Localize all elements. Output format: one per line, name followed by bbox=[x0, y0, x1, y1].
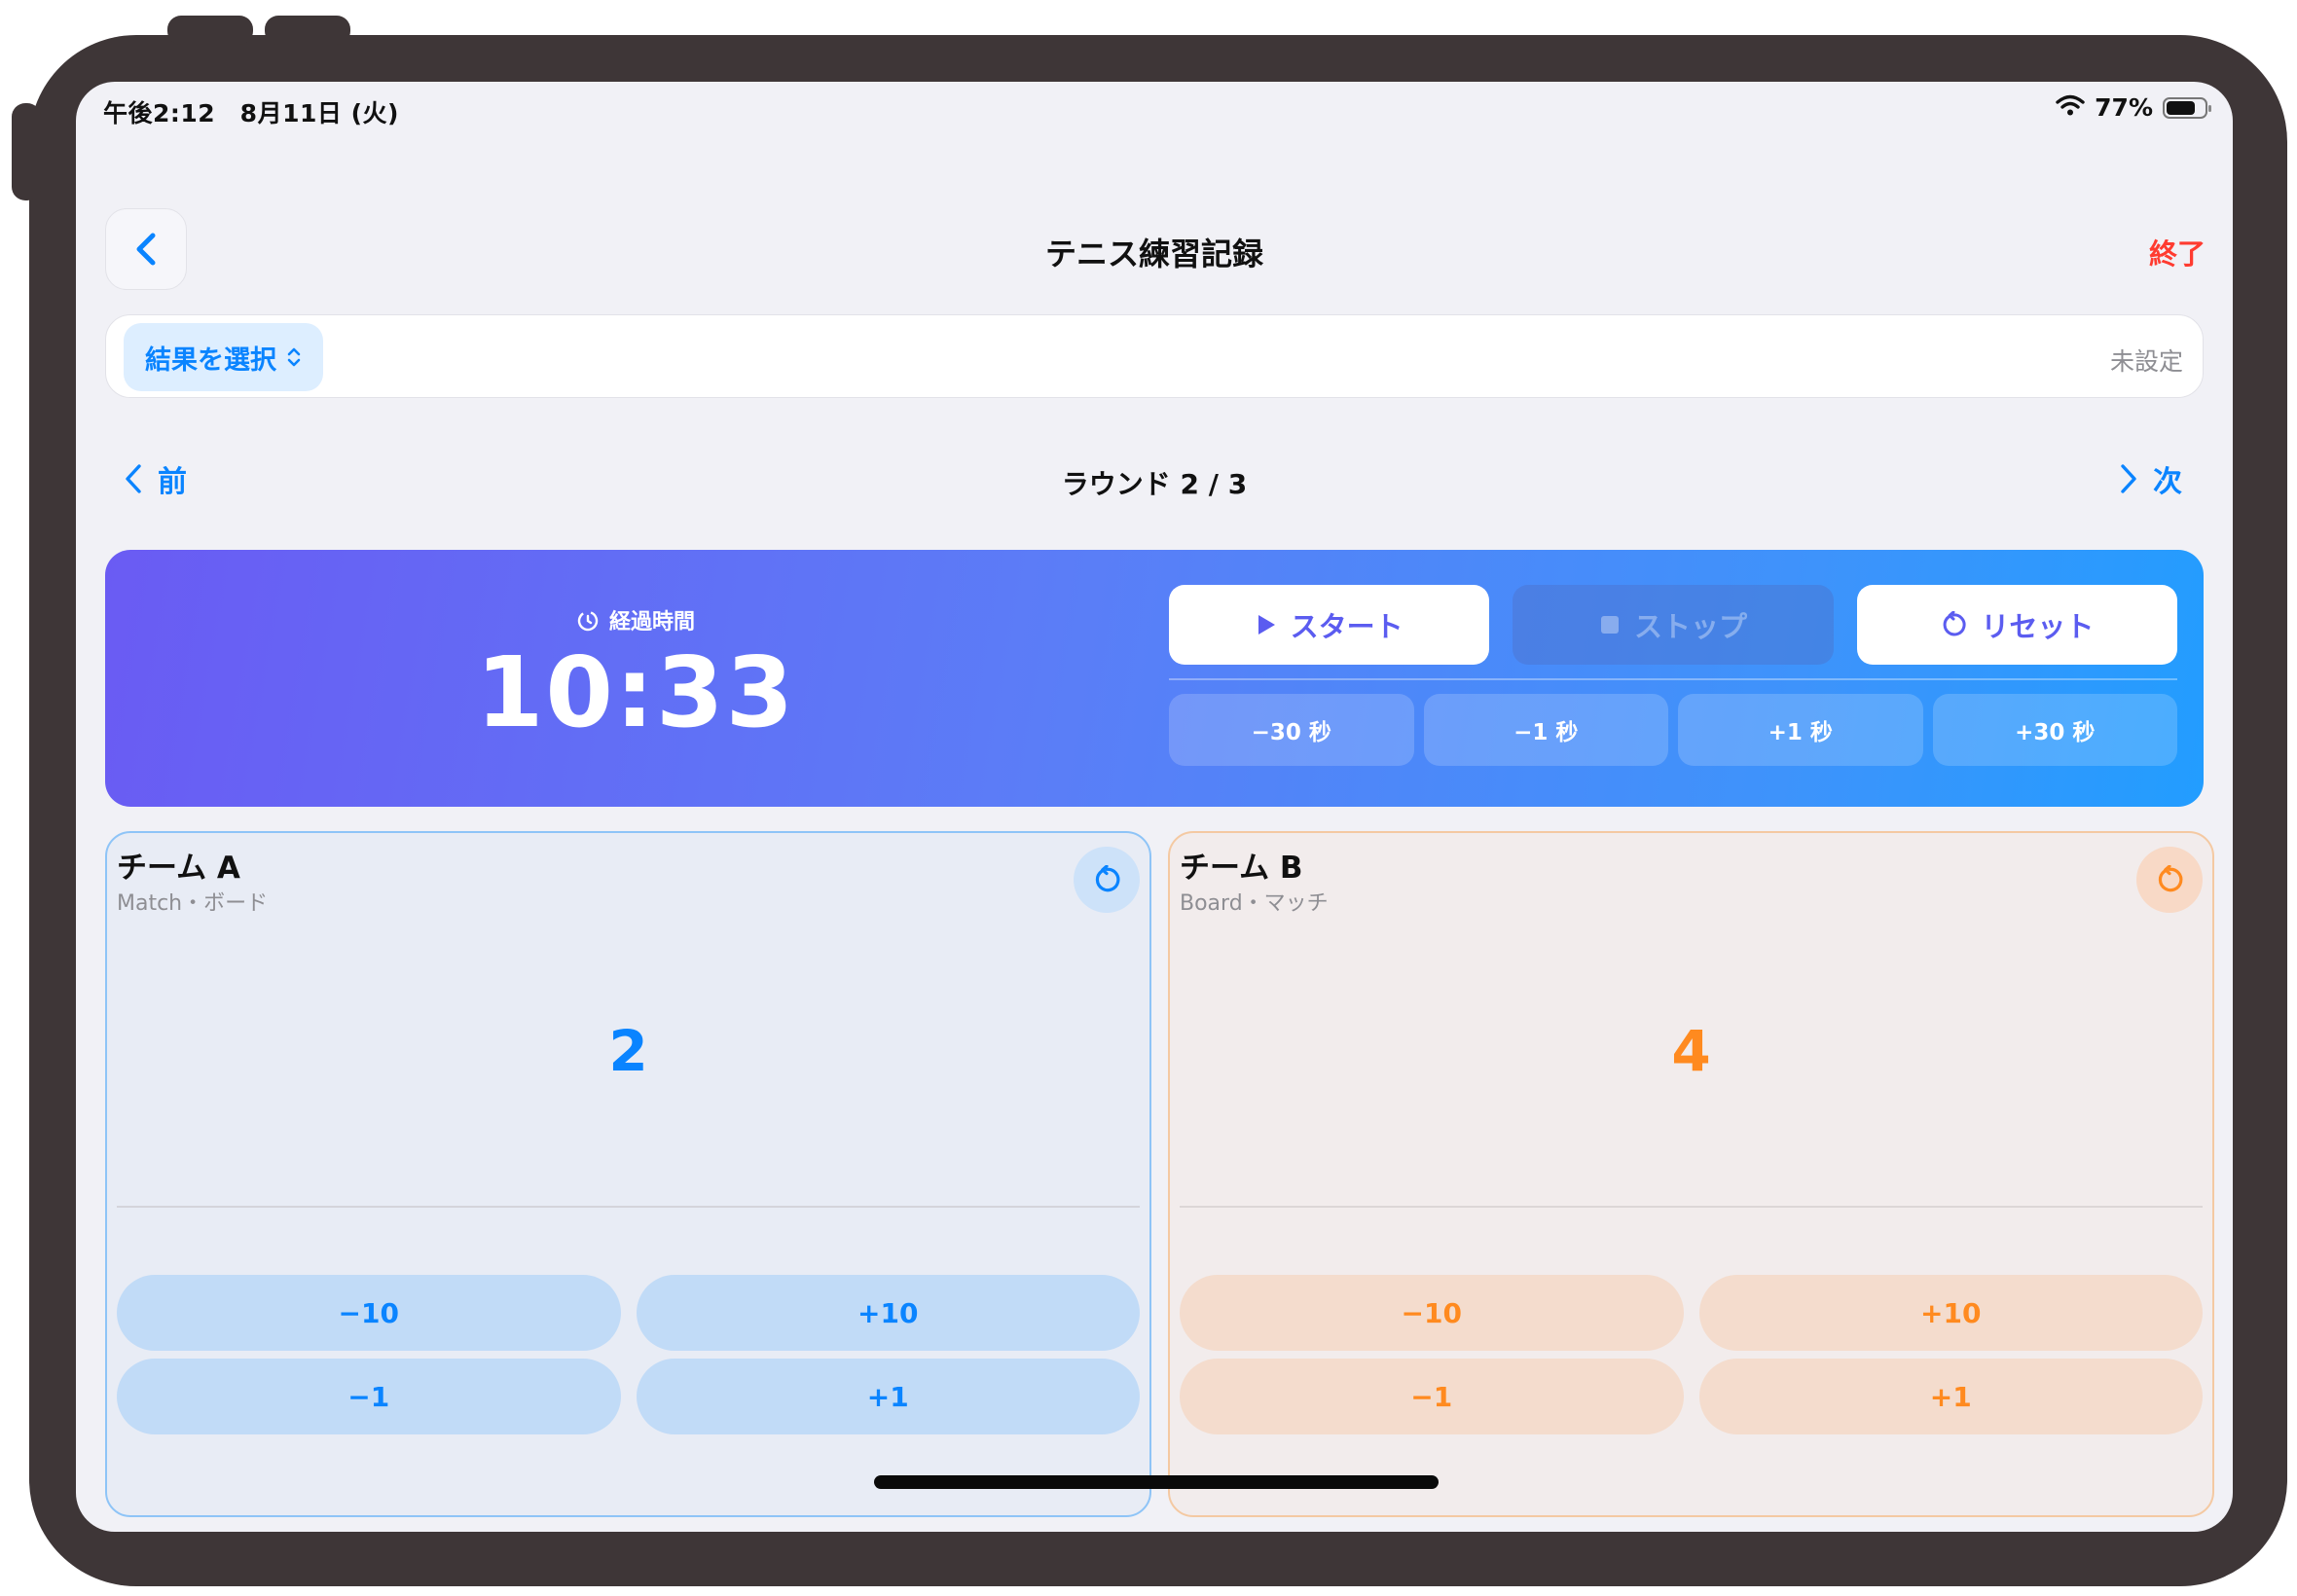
stop-button[interactable]: ストップ bbox=[1513, 585, 1834, 665]
result-bar: 結果を選択 未設定 bbox=[105, 314, 2204, 398]
minus-30-seconds-button[interactable]: −30 秒 bbox=[1169, 694, 1414, 766]
play-icon bbox=[1258, 615, 1275, 635]
screen: 午後2:12 8月11日 (火) 77% テニス練習記録 終了 結果を選択 未設… bbox=[76, 82, 2233, 1532]
battery-fill bbox=[2167, 100, 2196, 115]
round-navigation: 前 ラウンド 2 / 3 次 bbox=[76, 452, 2233, 510]
timer-caption-label: 経過時間 bbox=[608, 610, 695, 635]
team-b-minus-10-button[interactable]: −10 bbox=[1180, 1275, 1684, 1351]
team-b-card: チーム B Board・マッチ 4 −10 +10 −1 +1 bbox=[1168, 831, 2214, 1517]
team-a-divider bbox=[117, 1206, 1140, 1208]
team-b-score-buttons: −10 +10 −1 +1 bbox=[1180, 1275, 2203, 1434]
plus-1-second-button[interactable]: +1 秒 bbox=[1678, 694, 1923, 766]
page-title: テニス練習記録 bbox=[1044, 236, 1263, 272]
team-a-score-buttons: −10 +10 −1 +1 bbox=[117, 1275, 1140, 1434]
elapsed-time: 10:33 bbox=[475, 635, 796, 749]
top-button-2 bbox=[265, 16, 350, 45]
timer-display: 経過時間 10:33 bbox=[105, 550, 1166, 807]
side-button bbox=[12, 103, 41, 200]
chevron-up-down-icon bbox=[287, 347, 301, 367]
result-value: 未設定 bbox=[2109, 347, 2183, 376]
next-round-label: 次 bbox=[2153, 465, 2182, 499]
team-b-subtitle: Board・マッチ bbox=[1180, 891, 1329, 916]
team-b-score: 4 bbox=[1671, 1018, 1711, 1084]
team-a-reset-button[interactable] bbox=[1074, 847, 1140, 913]
timer-main-buttons: スタート ストップ リセット bbox=[1169, 585, 2177, 665]
team-a-plus-10-button[interactable]: +10 bbox=[636, 1275, 1140, 1351]
team-a-score: 2 bbox=[608, 1018, 648, 1084]
status-bar: 午後2:12 8月11日 (火) 77% bbox=[76, 82, 2233, 140]
team-a-name: チーム A bbox=[117, 851, 240, 886]
time-adjust-buttons: −30 秒 −1 秒 +1 秒 +30 秒 bbox=[1169, 694, 2177, 766]
reset-icon bbox=[2158, 865, 2183, 892]
team-b-reset-button[interactable] bbox=[2136, 847, 2203, 913]
team-b-minus-1-button[interactable]: −1 bbox=[1180, 1359, 1684, 1434]
timer-card: 経過時間 10:33 スタート ストップ リセット −30 秒 −1 秒 +1 … bbox=[105, 550, 2204, 807]
team-b-divider bbox=[1180, 1206, 2203, 1208]
timer-caption: 経過時間 bbox=[105, 604, 1166, 635]
status-right: 77% bbox=[2056, 93, 2211, 122]
timer-controls: スタート ストップ リセット −30 秒 −1 秒 +1 秒 +30 秒 bbox=[1169, 585, 2177, 766]
stop-label: ストップ bbox=[1633, 610, 1747, 643]
result-select-button[interactable]: 結果を選択 bbox=[124, 323, 323, 391]
round-label: ラウンド 2 / 3 bbox=[1061, 468, 1248, 500]
start-label: スタート bbox=[1290, 610, 1404, 643]
timer-icon bbox=[577, 610, 599, 632]
home-indicator[interactable] bbox=[874, 1475, 1439, 1489]
reset-label: リセット bbox=[1981, 610, 2095, 643]
team-b-plus-10-button[interactable]: +10 bbox=[1698, 1275, 2203, 1351]
team-a-minus-10-button[interactable]: −10 bbox=[117, 1275, 621, 1351]
reset-icon bbox=[1095, 865, 1120, 892]
result-select-label: 結果を選択 bbox=[145, 345, 276, 376]
team-a-subtitle: Match・ボード bbox=[117, 891, 269, 916]
team-b-plus-1-button[interactable]: +1 bbox=[1698, 1359, 2203, 1434]
battery-icon bbox=[2163, 96, 2211, 119]
chevron-right-icon bbox=[2121, 464, 2136, 493]
plus-30-seconds-button[interactable]: +30 秒 bbox=[1932, 694, 2177, 766]
next-round-button[interactable]: 次 bbox=[2120, 457, 2182, 500]
top-button-1 bbox=[167, 16, 253, 45]
battery-percent: 77% bbox=[2095, 93, 2153, 122]
team-a-minus-1-button[interactable]: −1 bbox=[117, 1359, 621, 1434]
start-button[interactable]: スタート bbox=[1169, 585, 1490, 665]
stop-icon bbox=[1600, 616, 1619, 634]
status-time: 午後2:12 8月11日 (火) bbox=[103, 99, 399, 127]
team-a-plus-1-button[interactable]: +1 bbox=[636, 1359, 1140, 1434]
team-a-card: チーム A Match・ボード 2 −10 +10 −1 +1 bbox=[105, 831, 1151, 1517]
nav-bar: テニス練習記録 終了 bbox=[76, 208, 2233, 290]
reset-icon bbox=[1943, 611, 1966, 636]
wifi-icon bbox=[2056, 93, 2085, 122]
reset-timer-button[interactable]: リセット bbox=[1856, 585, 2177, 665]
minus-1-second-button[interactable]: −1 秒 bbox=[1423, 694, 1668, 766]
timer-divider bbox=[1169, 678, 2177, 680]
end-button[interactable]: 終了 bbox=[2149, 232, 2206, 272]
team-b-name: チーム B bbox=[1180, 851, 1303, 886]
